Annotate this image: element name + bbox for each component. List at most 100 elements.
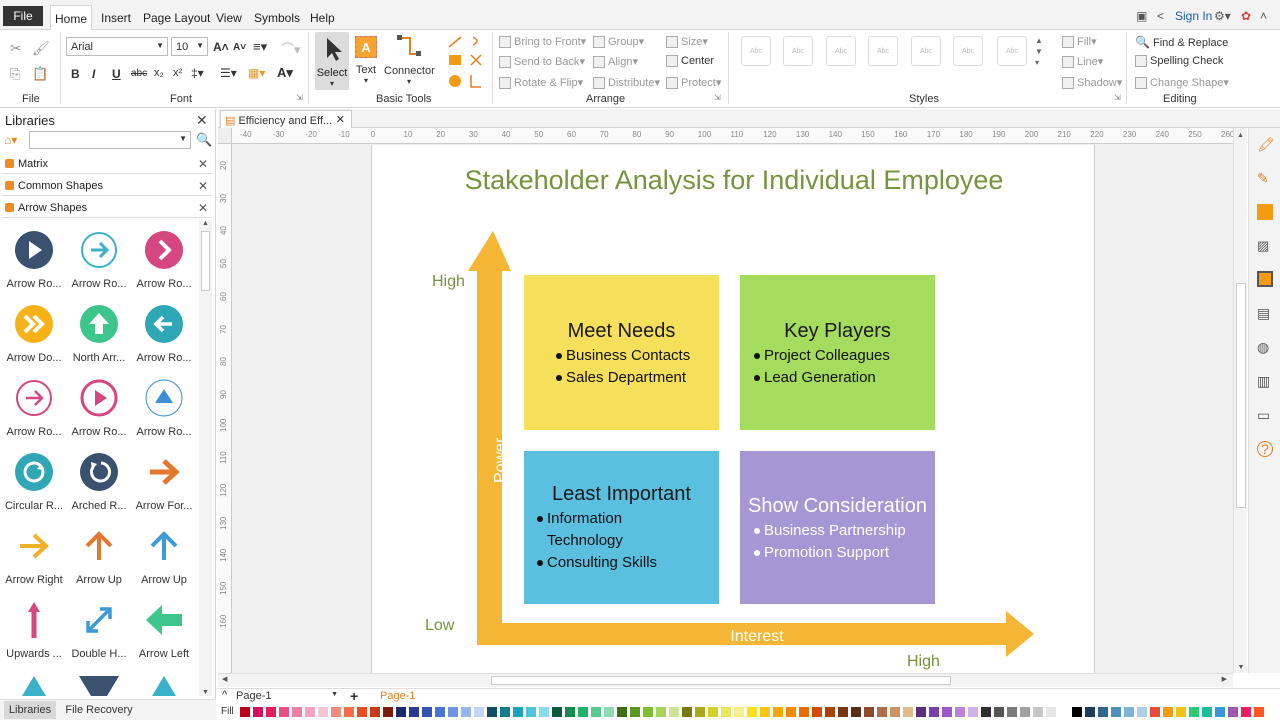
color-swatch[interactable] [461, 707, 471, 717]
library-shape[interactable]: Arrow Do... [2, 304, 66, 378]
scrollbar-thumb[interactable] [491, 676, 951, 685]
color-swatch[interactable] [1215, 707, 1225, 717]
library-shape[interactable]: Arrow Up [67, 526, 131, 600]
library-shape[interactable]: North Arr... [67, 304, 131, 378]
color-swatch[interactable] [266, 707, 276, 717]
color-swatch[interactable] [487, 707, 497, 717]
color-swatch[interactable] [1189, 707, 1199, 717]
line-tool-icon[interactable] [448, 36, 462, 48]
library-shape[interactable]: Arrow For... [132, 452, 196, 526]
quadrant-least-important[interactable]: Least Important Information Technology C… [524, 451, 719, 604]
library-scrollbar[interactable]: ▲ ▼ [199, 220, 212, 696]
color-swatch[interactable] [1124, 707, 1134, 717]
tab-page-layout[interactable]: Page Layout [139, 6, 214, 30]
close-icon[interactable]: ✕ [198, 157, 208, 171]
copy-icon[interactable]: ⎘ [10, 66, 20, 82]
canvas-area[interactable]: Stakeholder Analysis for Individual Empl… [218, 128, 1233, 673]
color-swatch[interactable] [539, 707, 549, 717]
close-icon[interactable]: ✕ [198, 179, 208, 193]
color-swatch[interactable] [695, 707, 705, 717]
fill-button[interactable]: Fill▾ [1062, 35, 1097, 49]
color-swatch[interactable] [357, 707, 367, 717]
strikethrough-button[interactable]: abc [131, 68, 147, 79]
connector-tool[interactable]: Connector ▾ [384, 32, 435, 90]
color-swatch[interactable] [812, 707, 822, 717]
color-swatch[interactable] [955, 707, 965, 717]
color-swatch[interactable] [253, 707, 263, 717]
close-icon[interactable]: ✕ [196, 112, 208, 129]
highlight-icon[interactable]: ▦▾ [248, 66, 265, 80]
color-swatch[interactable] [331, 707, 341, 717]
scrollbar-thumb[interactable] [201, 231, 210, 291]
find-replace-button[interactable]: 🔍 Find & Replace [1135, 35, 1228, 49]
line-button[interactable]: Line▾ [1062, 55, 1103, 69]
color-swatch[interactable] [1150, 707, 1160, 717]
style-preset[interactable]: Abc [911, 36, 941, 66]
quadrant-meet-needs[interactable]: Meet Needs Business Contacts Sales Depar… [524, 275, 719, 430]
color-swatch[interactable] [630, 707, 640, 717]
color-swatch[interactable] [500, 707, 510, 717]
styles-scroll-icon[interactable]: ▲ ▼ ▾ [1035, 35, 1043, 68]
color-swatch[interactable] [838, 707, 848, 717]
account-icon[interactable]: ▣ [1136, 9, 1147, 23]
subscript-button[interactable]: x₂ [154, 67, 164, 79]
color-swatch[interactable] [513, 707, 523, 717]
ellipse-tool-icon[interactable] [449, 75, 461, 87]
color-swatch[interactable] [1137, 707, 1147, 717]
color-swatch[interactable] [682, 707, 692, 717]
library-shape[interactable]: Circular R... [2, 452, 66, 526]
text-tool[interactable]: A Text ▾ [353, 32, 379, 90]
file-menu[interactable]: File [3, 6, 43, 26]
library-shape[interactable]: Arrow Ro... [67, 230, 131, 304]
color-swatch[interactable] [721, 707, 731, 717]
library-shape[interactable]: Arrow Ro... [132, 304, 196, 378]
fill-format-icon[interactable]: 🖍 [1257, 136, 1275, 152]
sign-in-link[interactable]: Sign In [1175, 9, 1212, 23]
group-button[interactable]: Group▾ [593, 35, 644, 49]
color-swatch[interactable] [1059, 707, 1069, 717]
add-page-icon[interactable]: + [350, 688, 358, 704]
color-swatch[interactable] [903, 707, 913, 717]
align-button[interactable]: Align▾ [593, 55, 638, 69]
font-color-icon[interactable]: A▾ [277, 65, 293, 81]
tab-insert[interactable]: Insert [97, 6, 135, 30]
color-swatch[interactable] [1111, 707, 1121, 717]
help-icon[interactable]: ? [1257, 441, 1273, 457]
center-button[interactable]: Center [666, 55, 714, 68]
minimize-ribbon-icon[interactable]: ˄ [1260, 9, 1267, 23]
library-shape[interactable]: Arrow Ro... [132, 378, 196, 452]
color-swatch[interactable] [656, 707, 666, 717]
arc-tool-icon[interactable] [472, 36, 478, 46]
dialog-launcher-icon[interactable]: ⇲ [296, 93, 303, 102]
color-swatch[interactable] [942, 707, 952, 717]
scroll-right-icon[interactable]: ▶ [1222, 675, 1227, 683]
axes-arrows[interactable] [372, 145, 1096, 673]
line-format-icon[interactable]: ✎ [1257, 170, 1273, 186]
shape-tools[interactable] [445, 33, 487, 91]
rectangle-tool-icon[interactable] [449, 55, 461, 65]
library-shape[interactable]: Arrow Ro... [2, 230, 66, 304]
color-swatch[interactable] [318, 707, 328, 717]
color-swatch[interactable] [1085, 707, 1095, 717]
send-to-back-button[interactable]: Send to Back▾ [499, 55, 585, 69]
scroll-up-icon[interactable]: ▲ [1234, 132, 1247, 139]
tab-help[interactable]: Help [306, 6, 339, 30]
color-swatch[interactable] [734, 707, 744, 717]
page-tab[interactable]: Page-1 [380, 690, 415, 702]
color-swatch[interactable] [1254, 707, 1264, 717]
close-icon[interactable]: ✕ [198, 201, 208, 215]
color-swatch[interactable] [799, 707, 809, 717]
page-select[interactable]: Page-1 ▼ [236, 690, 340, 704]
change-shape-button[interactable]: Change Shape▾ [1135, 76, 1229, 90]
italic-button[interactable]: I [92, 67, 95, 81]
library-shape[interactable]: Upwards ... [2, 600, 66, 674]
color-swatch[interactable] [279, 707, 289, 717]
quadrant-key-players[interactable]: Key Players Project Colleagues Lead Gene… [740, 275, 935, 430]
color-swatch[interactable] [435, 707, 445, 717]
color-swatch[interactable] [890, 707, 900, 717]
color-swatch[interactable] [383, 707, 393, 717]
color-swatch[interactable] [864, 707, 874, 717]
library-section-common-shapes[interactable]: Common Shapes ✕ [2, 176, 212, 196]
comment-icon[interactable]: ▭ [1257, 407, 1273, 423]
style-preset[interactable]: Abc [826, 36, 856, 66]
